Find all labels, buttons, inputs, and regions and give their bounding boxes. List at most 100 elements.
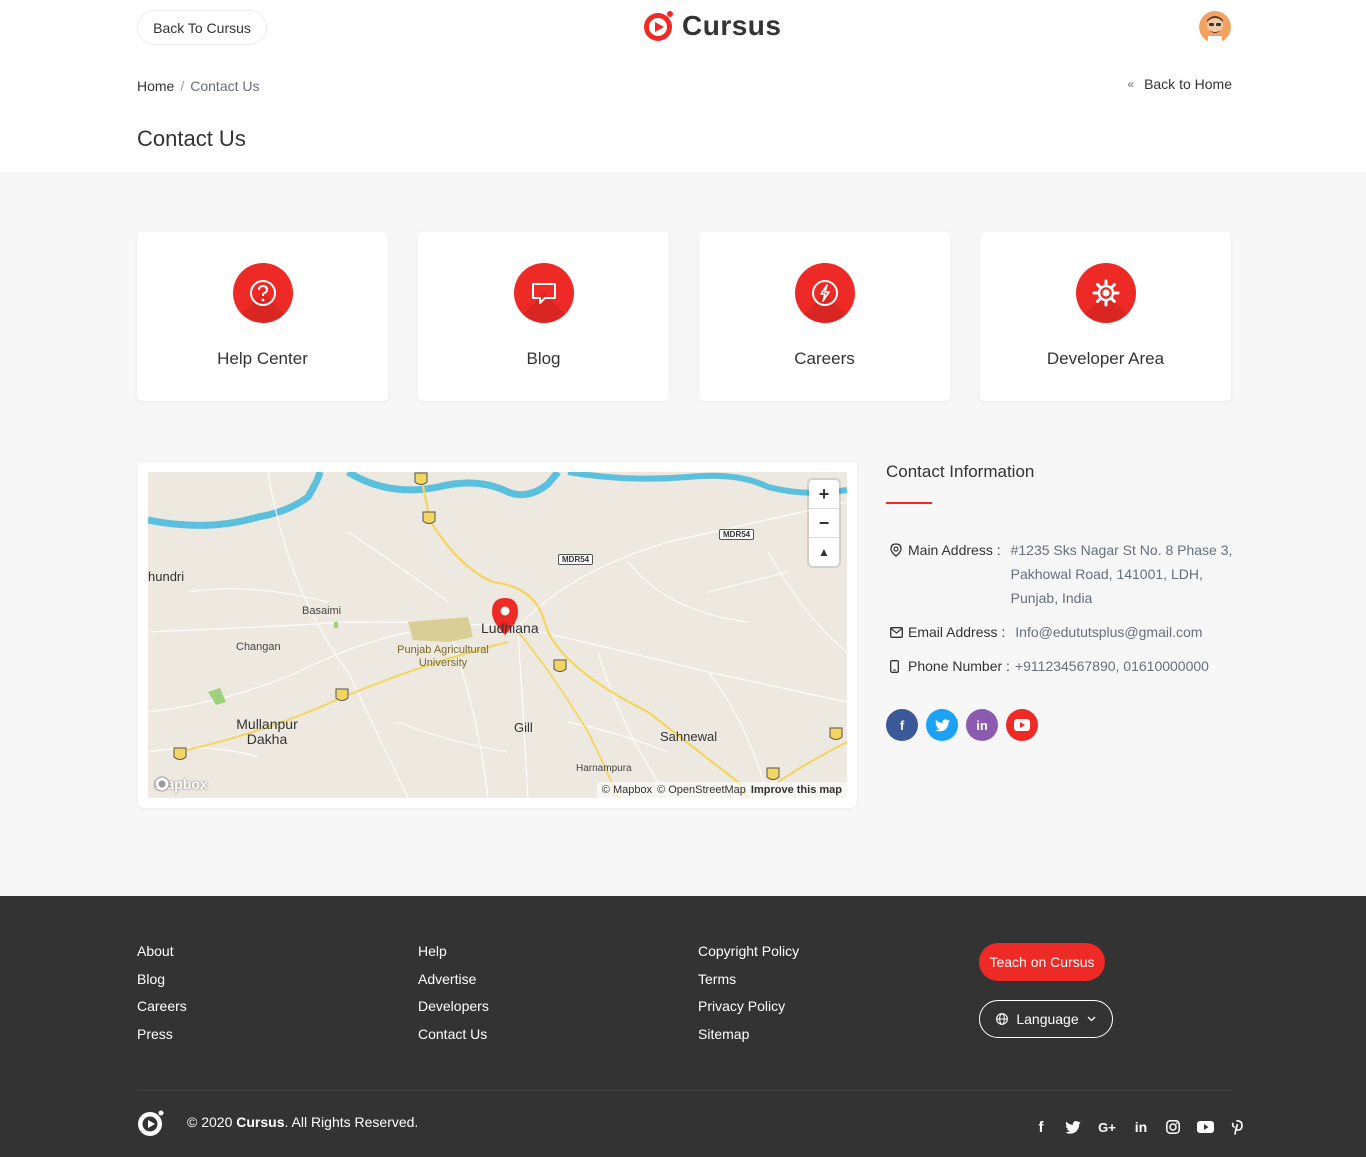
footer-link-about[interactable]: About bbox=[137, 943, 187, 961]
phone-label: Phone Number : bbox=[908, 658, 1010, 674]
map-container: MDR54 MDR54 hundri Basaimi Changan Ludhi… bbox=[138, 462, 857, 808]
facebook-icon[interactable]: f bbox=[886, 709, 918, 741]
footer-link-advertise[interactable]: Advertise bbox=[418, 971, 489, 989]
back-to-cursus-button[interactable]: Back To Cursus bbox=[137, 10, 267, 45]
contact-socials: f in bbox=[886, 709, 1038, 741]
language-label: Language bbox=[1016, 1011, 1079, 1027]
page-title: Contact Us bbox=[137, 126, 246, 151]
map-label-sahnewal: Sahnewal bbox=[660, 729, 718, 744]
footer-link-blog[interactable]: Blog bbox=[137, 971, 187, 989]
road-badge: MDR54 bbox=[719, 529, 755, 540]
footer-column-1: About Blog Careers Press bbox=[137, 943, 187, 1043]
footer-social-links: f G+ in bbox=[1032, 1118, 1246, 1136]
twitter-icon[interactable] bbox=[926, 709, 958, 741]
question-icon bbox=[233, 263, 293, 323]
address-value: #1235 Sks Nagar St No. 8 Phase 3, Pakhow… bbox=[1010, 542, 1233, 606]
facebook-icon[interactable]: f bbox=[1032, 1118, 1050, 1136]
map-label-harnampura: Harnampura bbox=[576, 763, 632, 774]
phone-row: Phone Number : +911234567890, 0161000000… bbox=[890, 654, 1209, 678]
map-label-basaimi: Basaimi bbox=[302, 605, 342, 617]
map-label-hundri: hundri bbox=[148, 569, 185, 584]
lightning-icon bbox=[795, 263, 855, 323]
title-underline bbox=[886, 502, 932, 504]
compass-button[interactable]: ▲ bbox=[809, 538, 839, 566]
comment-icon bbox=[514, 263, 574, 323]
card-blog[interactable]: Blog bbox=[418, 232, 669, 401]
footer-column-2: Help Advertise Developers Contact Us bbox=[418, 943, 489, 1043]
breadcrumb: Home / Contact Us bbox=[137, 78, 260, 94]
breadcrumb-home[interactable]: Home bbox=[137, 78, 174, 94]
card-developer-area[interactable]: Developer Area bbox=[980, 232, 1231, 401]
improve-map-link[interactable]: Improve this map bbox=[751, 784, 842, 796]
map[interactable]: MDR54 MDR54 hundri Basaimi Changan Ludhi… bbox=[148, 472, 847, 798]
card-careers[interactable]: Careers bbox=[699, 232, 950, 401]
youtube-icon[interactable] bbox=[1006, 709, 1038, 741]
contact-cards: Help Center Blog Careers Developer Area bbox=[137, 232, 1231, 401]
card-label: Help Center bbox=[217, 349, 308, 368]
cursus-logo[interactable]: Cursus bbox=[642, 8, 781, 44]
linkedin-icon[interactable]: in bbox=[966, 709, 998, 741]
footer-link-careers[interactable]: Careers bbox=[137, 998, 187, 1016]
map-attribution: © Mapbox © OpenStreetMap Improve this ma… bbox=[596, 782, 847, 798]
map-zoom-control: + − ▲ bbox=[809, 480, 839, 566]
footer-link-press[interactable]: Press bbox=[137, 1026, 187, 1044]
attribution-mapbox-link[interactable]: © Mapbox bbox=[602, 784, 652, 796]
map-label-gill: Gill bbox=[514, 720, 533, 735]
footer-link-help[interactable]: Help bbox=[418, 943, 489, 961]
top-header: Back To Cursus Cursus bbox=[0, 0, 1366, 56]
footer-column-3: Copyright Policy Terms Privacy Policy Si… bbox=[698, 943, 799, 1043]
twitter-icon[interactable] bbox=[1064, 1118, 1082, 1136]
zoom-in-button[interactable]: + bbox=[809, 480, 839, 509]
card-help-center[interactable]: Help Center bbox=[137, 232, 388, 401]
back-to-home-link[interactable]: « Back to Home bbox=[1127, 76, 1232, 92]
gear-icon bbox=[1076, 263, 1136, 323]
copyright-prefix: © 2020 bbox=[187, 1114, 237, 1130]
email-row: Email Address : Info@edututsplus@gmail.c… bbox=[890, 620, 1202, 644]
contact-information: Contact Information Main Address : #1235… bbox=[886, 462, 1232, 741]
footer-link-sitemap[interactable]: Sitemap bbox=[698, 1026, 799, 1044]
google-plus-icon[interactable]: G+ bbox=[1096, 1118, 1118, 1136]
footer-link-terms[interactable]: Terms bbox=[698, 971, 799, 989]
teach-on-cursus-button[interactable]: Teach on Cursus bbox=[979, 943, 1105, 981]
chevron-down-icon bbox=[1087, 1016, 1096, 1022]
card-label: Careers bbox=[794, 349, 855, 368]
copyright-text: © 2020 Cursus. All Rights Reserved. bbox=[187, 1114, 418, 1130]
zoom-out-button[interactable]: − bbox=[809, 509, 839, 538]
card-label: Developer Area bbox=[1046, 349, 1165, 368]
footer-link-developers[interactable]: Developers bbox=[418, 998, 489, 1016]
mobile-phone-icon bbox=[890, 654, 908, 678]
globe-icon bbox=[996, 1013, 1009, 1025]
copyright-brand: Cursus bbox=[236, 1114, 285, 1130]
footer: About Blog Careers Press Help Advertise … bbox=[0, 896, 1366, 1157]
email-label: Email Address : bbox=[908, 624, 1006, 640]
user-avatar[interactable] bbox=[1199, 11, 1231, 43]
card-label: Blog bbox=[526, 349, 561, 368]
copyright-suffix: . All Rights Reserved. bbox=[284, 1114, 419, 1130]
pinterest-icon[interactable] bbox=[1228, 1118, 1246, 1136]
envelope-icon bbox=[890, 620, 908, 644]
double-chevron-left-icon: « bbox=[1127, 77, 1135, 91]
language-dropdown[interactable]: Language bbox=[979, 1000, 1113, 1038]
footer-link-contact-us[interactable]: Contact Us bbox=[418, 1026, 489, 1044]
mapbox-logo[interactable]: mapbox bbox=[154, 776, 208, 792]
address-row: Main Address : #1235 Sks Nagar St No. 8 … bbox=[890, 538, 1235, 610]
mapbox-icon bbox=[154, 776, 170, 792]
map-label-university: Punjab Agricultural University bbox=[397, 644, 489, 669]
footer-link-copyright-policy[interactable]: Copyright Policy bbox=[698, 943, 799, 961]
road-badge: MDR54 bbox=[558, 554, 594, 565]
logo-text: Cursus bbox=[682, 10, 782, 41]
email-value[interactable]: Info@edututsplus@gmail.com bbox=[1015, 620, 1202, 644]
page-header: Home / Contact Us « Back to Home Contact… bbox=[0, 56, 1366, 172]
footer-logo-icon[interactable] bbox=[137, 1109, 165, 1137]
attribution-osm-link[interactable]: © OpenStreetMap bbox=[657, 784, 746, 796]
address-label: Main Address : bbox=[908, 542, 1001, 558]
breadcrumb-separator: / bbox=[180, 78, 185, 94]
map-label-ludhiana: Ludhiana bbox=[481, 620, 539, 636]
footer-divider bbox=[137, 1090, 1232, 1091]
youtube-icon[interactable] bbox=[1196, 1118, 1214, 1136]
footer-link-privacy-policy[interactable]: Privacy Policy bbox=[698, 998, 799, 1016]
linkedin-icon[interactable]: in bbox=[1132, 1118, 1150, 1136]
map-pin-icon bbox=[890, 538, 908, 562]
cursus-logo-icon bbox=[644, 11, 673, 41]
instagram-icon[interactable] bbox=[1164, 1118, 1182, 1136]
